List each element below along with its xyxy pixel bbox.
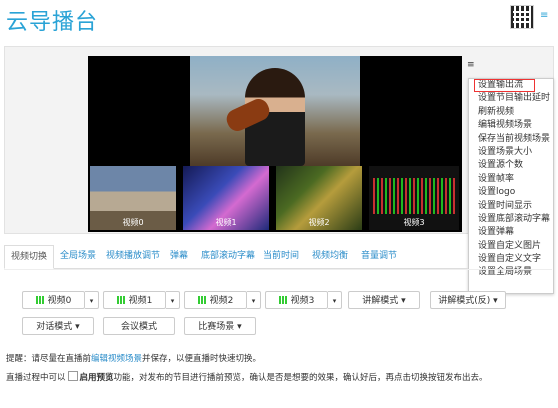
- tip-edit-scene: 提醒：请尽量在直播前编辑视频场景并保存，以便直播时快速切换。: [6, 352, 261, 364]
- thumb-label: 视频2: [308, 218, 330, 227]
- menu-item-output-delay[interactable]: 设置节目输出延时: [469, 92, 553, 105]
- tab-volume[interactable]: 音量调节: [361, 245, 397, 267]
- tip-text: 提醒：请尽量在直播前: [6, 354, 92, 364]
- source-dropdown-3[interactable]: ▾: [328, 291, 342, 309]
- menu-item-refresh-video[interactable]: 刷新视频: [469, 106, 553, 119]
- menu-item-save-scene[interactable]: 保存当前视频场景: [469, 133, 553, 146]
- source-button-0[interactable]: 视频0: [22, 291, 85, 309]
- thumb-label: 视频1: [215, 218, 237, 227]
- tab-video-balance[interactable]: 视频均衡: [312, 245, 348, 267]
- menu-item-scroll-subtitle[interactable]: 设置底部滚动字幕: [469, 213, 553, 226]
- signal-icon: [278, 296, 289, 304]
- menu-item-custom-image[interactable]: 设置自定义图片: [469, 240, 553, 253]
- source-button-label: 视频0: [47, 296, 72, 306]
- source-button-label: 视频2: [209, 296, 234, 306]
- tip-text: 直播过程中可以: [6, 373, 66, 383]
- preview-checkbox[interactable]: [67, 371, 78, 381]
- source-button-2[interactable]: 视频2: [184, 291, 247, 309]
- signal-icon: [35, 296, 46, 304]
- dialog-mode-button[interactable]: 对话模式 ▾: [22, 317, 94, 335]
- source-button-3[interactable]: 视频3: [265, 291, 328, 309]
- source-dropdown-1[interactable]: ▾: [166, 291, 180, 309]
- enable-preview-label[interactable]: 启用预览: [80, 373, 114, 383]
- source-button-label: 视频1: [128, 296, 153, 306]
- thumb-label: 视频3: [403, 218, 425, 227]
- match-scene-button[interactable]: 比赛场景 ▾: [184, 317, 256, 335]
- source-thumb-0[interactable]: 视频0: [90, 166, 176, 230]
- tip-preview: 直播过程中可以 启用预览功能，对发布的节目进行播前预览，确认是否是想要的效果，确认…: [6, 371, 488, 383]
- settings-menu-trigger[interactable]: ≡: [467, 60, 475, 70]
- narrate-mode-button[interactable]: 讲解模式 ▾: [348, 291, 420, 309]
- source-thumb-3[interactable]: 视频3: [369, 166, 459, 230]
- source-thumbnails: 视频0 视频1 视频2 视频3: [88, 166, 462, 230]
- menu-item-scene-size[interactable]: 设置场景大小: [469, 146, 553, 159]
- menu-item-logo[interactable]: 设置logo: [469, 186, 553, 199]
- source-button-label: 视频3: [290, 296, 315, 306]
- menu-icon[interactable]: ≡: [540, 10, 548, 21]
- source-thumb-2[interactable]: 视频2: [276, 166, 362, 230]
- control-tabs: 视频切换 全局场景 视频播放调节 弹幕 底部滚动字幕 当前时间 视频均衡 音量调…: [4, 245, 468, 269]
- tab-current-time[interactable]: 当前时间: [263, 245, 299, 267]
- tip-text: 功能，对发布的节目进行播前预览，确认是否是想要的效果，确认好后，再点击切换按钮发…: [113, 373, 488, 383]
- tab-playback-adjust[interactable]: 视频播放调节: [106, 245, 160, 267]
- menu-item-output-stream[interactable]: 设置输出流: [474, 79, 535, 93]
- signal-icon: [197, 296, 208, 304]
- source-thumb-1[interactable]: 视频1: [183, 166, 269, 230]
- menu-item-edit-scene[interactable]: 编辑视频场景: [469, 119, 553, 132]
- edit-scene-link[interactable]: 编辑视频场景: [91, 354, 142, 364]
- thumb-label: 视频0: [122, 218, 144, 227]
- app-title: 云导播台: [6, 10, 99, 35]
- tab-global-scene[interactable]: 全局场景: [60, 245, 96, 267]
- tab-scroll-subtitle[interactable]: 底部滚动字幕: [201, 245, 255, 267]
- narrate-mode-reverse-button[interactable]: 讲解模式(反) ▾: [430, 291, 506, 309]
- meeting-mode-button[interactable]: 会议模式: [103, 317, 175, 335]
- program-video: 视频0 视频1 视频2 视频3: [88, 56, 462, 232]
- menu-item-source-count[interactable]: 设置源个数: [469, 159, 553, 172]
- settings-context-menu: 设置输出流 设置节目输出延时 刷新视频 编辑视频场景 保存当前视频场景 设置场景…: [468, 78, 554, 294]
- signal-icon: [116, 296, 127, 304]
- source-button-1[interactable]: 视频1: [103, 291, 166, 309]
- program-preview-image: [190, 56, 360, 166]
- source-dropdown-2[interactable]: ▾: [247, 291, 261, 309]
- menu-item-custom-text[interactable]: 设置自定义文字: [469, 253, 553, 266]
- source-dropdown-0[interactable]: ▾: [85, 291, 99, 309]
- menu-item-danmaku[interactable]: 设置弹幕: [469, 226, 553, 239]
- menu-item-frame-rate[interactable]: 设置帧率: [469, 173, 553, 186]
- tab-danmaku[interactable]: 弹幕: [170, 245, 188, 267]
- tab-video-switch[interactable]: 视频切换: [4, 245, 55, 269]
- qr-code-icon: [510, 5, 534, 29]
- tip-text: 并保存，以便直播时快速切换。: [142, 354, 262, 364]
- chart-graphic: [373, 178, 455, 214]
- menu-item-time-display[interactable]: 设置时间显示: [469, 200, 553, 213]
